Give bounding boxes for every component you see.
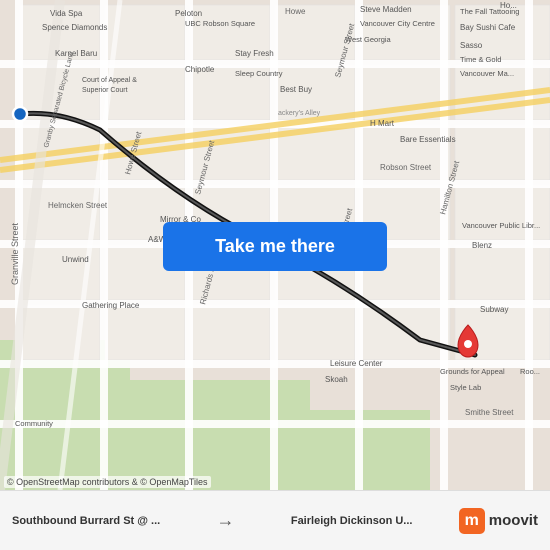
origin-info: Southbound Burrard St @ ...	[12, 515, 160, 527]
svg-text:Grounds for Appeal: Grounds for Appeal	[440, 367, 505, 376]
moovit-logo: m moovit	[459, 508, 538, 534]
svg-text:Spence Diamonds: Spence Diamonds	[42, 23, 107, 32]
svg-text:Chipotle: Chipotle	[185, 65, 215, 74]
svg-text:Robson Street: Robson Street	[380, 163, 432, 172]
svg-text:Vancouver City Centre: Vancouver City Centre	[360, 19, 435, 28]
svg-text:H Mart: H Mart	[370, 119, 395, 128]
svg-text:Howe: Howe	[285, 7, 306, 16]
svg-text:Gathering Place: Gathering Place	[82, 301, 140, 310]
map-container: Granville Street Howe Street Seymour Str…	[0, 0, 550, 490]
svg-text:Roo...: Roo...	[520, 367, 540, 376]
moovit-icon: m	[459, 508, 485, 534]
destination-info: Fairleigh Dickinson U...	[291, 515, 413, 527]
bottom-bar: Southbound Burrard St @ ... → Fairleigh …	[0, 490, 550, 550]
svg-text:Helmcken Street: Helmcken Street	[48, 201, 108, 210]
svg-text:Unwind: Unwind	[62, 255, 89, 264]
svg-text:Vida Spa: Vida Spa	[50, 9, 83, 18]
destination-label: Fairleigh Dickinson U...	[291, 515, 413, 527]
svg-text:ackery's Alley: ackery's Alley	[278, 110, 321, 117]
svg-text:Community: Community	[15, 419, 53, 428]
moovit-text: moovit	[489, 512, 538, 529]
svg-text:Best Buy: Best Buy	[280, 85, 312, 94]
svg-text:Smithe Street: Smithe Street	[465, 408, 514, 417]
svg-text:Ho...: Ho...	[500, 1, 517, 10]
svg-text:Blenz: Blenz	[472, 241, 492, 250]
svg-text:Steve Madden: Steve Madden	[360, 5, 412, 14]
svg-text:Subway: Subway	[480, 305, 508, 314]
svg-text:Sleep Country: Sleep Country	[235, 69, 283, 78]
direction-arrow: →	[207, 510, 245, 531]
svg-text:Vancouver Ma...: Vancouver Ma...	[460, 69, 514, 78]
svg-text:Superior Court: Superior Court	[82, 87, 128, 94]
svg-text:Time & Gold: Time & Gold	[460, 55, 501, 64]
svg-text:Karnel Baru: Karnel Baru	[55, 49, 97, 58]
svg-text:Bay Sushi Cafe: Bay Sushi Cafe	[460, 23, 516, 32]
svg-text:Skoah: Skoah	[325, 375, 348, 384]
svg-text:UBC Robson Square: UBC Robson Square	[185, 19, 255, 28]
svg-text:Sasso: Sasso	[460, 41, 483, 50]
svg-text:Bare Essentials: Bare Essentials	[400, 135, 456, 144]
svg-text:Stay Fresh: Stay Fresh	[235, 49, 274, 58]
svg-text:Style Lab: Style Lab	[450, 383, 481, 392]
svg-text:Granville Street: Granville Street	[10, 222, 20, 285]
svg-text:Vancouver Public Libr...: Vancouver Public Libr...	[462, 221, 540, 230]
svg-text:Peloton: Peloton	[175, 9, 202, 18]
svg-text:Leisure Center: Leisure Center	[330, 359, 383, 368]
svg-text:Court of Appeal &: Court of Appeal &	[82, 77, 137, 84]
origin-label: Southbound Burrard St @ ...	[12, 515, 160, 527]
take-me-there-button[interactable]: Take me there	[163, 222, 387, 271]
osm-attribution: © OpenStreetMap contributors & © OpenMap…	[4, 476, 211, 488]
